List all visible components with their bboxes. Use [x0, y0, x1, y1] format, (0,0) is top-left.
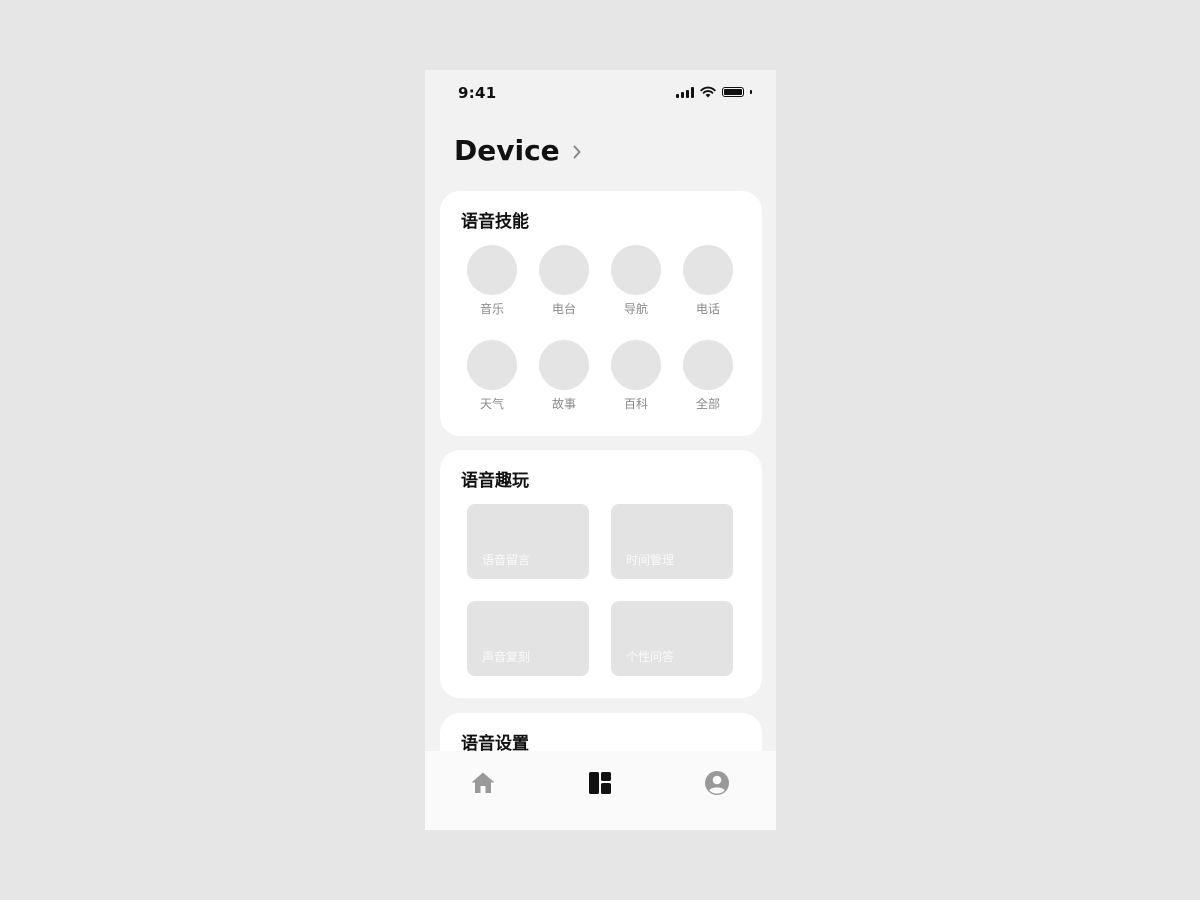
tile-personal-qa[interactable]: 个性问答 [611, 601, 733, 676]
skill-story[interactable]: 故事 [534, 340, 594, 412]
voice-skills-title: 语音技能 [461, 212, 529, 232]
status-bar: 9:41 [425, 70, 776, 116]
cellular-signal-icon [676, 86, 694, 98]
tile-label: 语音留言 [482, 553, 531, 567]
battery-icon [722, 87, 744, 97]
device-header[interactable]: Device [454, 134, 582, 167]
page-title: Device [454, 134, 560, 167]
tile-time-management[interactable]: 时间管理 [611, 504, 733, 579]
tile-voice-message[interactable]: 语音留言 [467, 504, 589, 579]
voice-skills-card: 语音技能 音乐 电台 导航 电话 天气 故事 百科 全部 [440, 191, 762, 436]
battery-cap [750, 90, 752, 94]
skill-music-icon [467, 245, 517, 295]
tile-voice-clone[interactable]: 声音复刻 [467, 601, 589, 676]
skill-navigation-icon [611, 245, 661, 295]
skill-label: 音乐 [479, 302, 504, 316]
home-icon[interactable] [469, 769, 497, 797]
skill-navigation[interactable]: 导航 [606, 245, 666, 317]
skill-label: 天气 [479, 397, 504, 411]
voice-fun-card: 语音趣玩 语音留言 时间管理 声音复刻 个性问答 [440, 450, 762, 698]
status-time: 9:41 [458, 84, 497, 102]
skill-phone[interactable]: 电话 [678, 245, 738, 317]
skill-music[interactable]: 音乐 [462, 245, 522, 317]
wifi-icon [700, 86, 716, 98]
skill-label: 导航 [623, 302, 648, 316]
skill-encyclopedia[interactable]: 百科 [606, 340, 666, 412]
chevron-right-icon [573, 145, 581, 158]
account-icon[interactable] [703, 769, 731, 797]
skill-label: 电台 [551, 302, 576, 316]
tile-label: 时间管理 [626, 553, 675, 567]
bottom-tab-bar [425, 751, 776, 830]
skill-radio[interactable]: 电台 [534, 245, 594, 317]
skill-weather[interactable]: 天气 [462, 340, 522, 412]
skill-story-icon [539, 340, 589, 390]
skill-label: 电话 [695, 302, 720, 316]
dashboard-icon[interactable] [586, 769, 614, 797]
tile-label: 声音复刻 [482, 650, 531, 664]
skill-label: 全部 [695, 397, 720, 411]
skill-all[interactable]: 全部 [678, 340, 738, 412]
status-icons [676, 86, 752, 98]
phone-screen: 9:41 Device 语音技能 音乐 电台 导航 电话 天气 故事 百科 全部… [425, 70, 776, 830]
skill-radio-icon [539, 245, 589, 295]
tile-label: 个性问答 [626, 650, 675, 664]
voice-fun-title: 语音趣玩 [461, 471, 529, 491]
skill-label: 故事 [551, 397, 576, 411]
skill-all-icon [683, 340, 733, 390]
skill-phone-icon [683, 245, 733, 295]
skill-weather-icon [467, 340, 517, 390]
skill-label: 百科 [623, 397, 648, 411]
skill-encyclopedia-icon [611, 340, 661, 390]
